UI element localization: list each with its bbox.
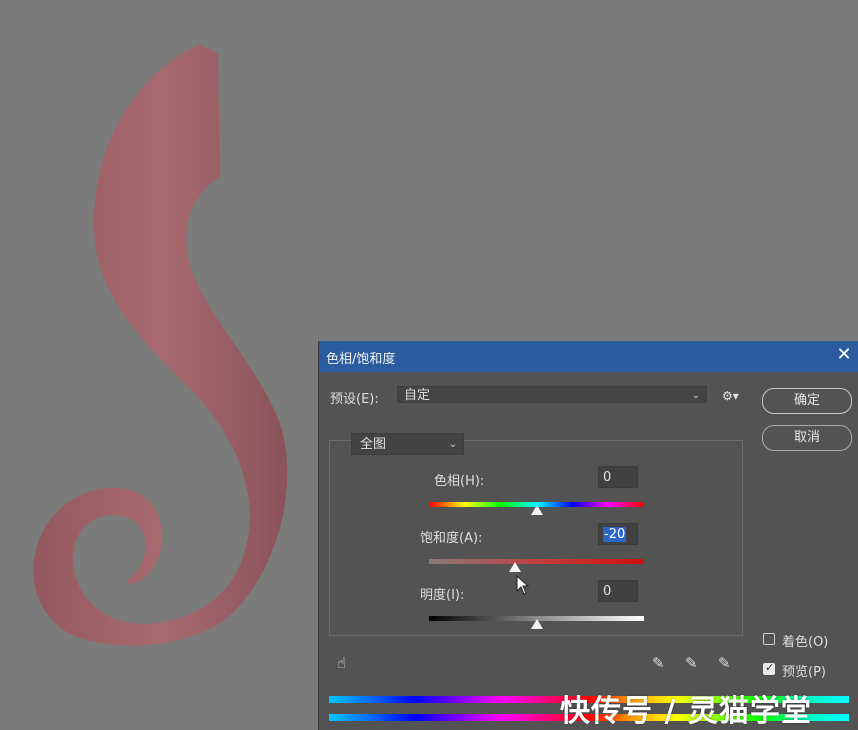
- preset-select[interactable]: 自定 ⌄: [397, 386, 707, 403]
- saturation-label: 饱和度(A):: [420, 531, 483, 546]
- ok-button[interactable]: 确定: [762, 388, 852, 414]
- lightness-input[interactable]: 0: [598, 580, 638, 602]
- hue-saturation-dialog: 色相/饱和度 ✕ 预设(E): 自定 ⌄ ⚙▾ 确定 取消 全图 ⌄ 色相(H)…: [318, 341, 858, 730]
- dialog-titlebar[interactable]: 色相/饱和度 ✕: [319, 341, 858, 372]
- mouse-cursor-icon: [516, 575, 530, 595]
- chevron-down-icon: ⌄: [448, 439, 457, 450]
- preview-label: 预览(P): [782, 665, 826, 680]
- lightness-slider-thumb[interactable]: [530, 619, 543, 629]
- adjustment-group: [329, 440, 743, 636]
- channel-select[interactable]: 全图 ⌄: [351, 433, 464, 455]
- cancel-button[interactable]: 取消: [762, 425, 852, 451]
- watermark-text: 快传号 / 灵猫学堂: [560, 694, 812, 729]
- saturation-slider-thumb[interactable]: [509, 562, 521, 572]
- preview-checkbox[interactable]: [763, 661, 775, 675]
- eyedropper-minus-icon[interactable]: ✎: [718, 654, 731, 672]
- dialog-title: 色相/饱和度: [326, 352, 396, 367]
- hue-input[interactable]: 0: [598, 466, 638, 488]
- chevron-down-icon: ⌄: [691, 390, 700, 401]
- saturation-slider-track[interactable]: [429, 559, 644, 564]
- hue-label: 色相(H):: [434, 474, 485, 489]
- close-icon[interactable]: ✕: [833, 344, 855, 366]
- colorize-label: 着色(O): [782, 635, 829, 650]
- lightness-label: 明度(I):: [420, 588, 465, 603]
- gear-icon[interactable]: ⚙▾: [722, 389, 742, 405]
- targeted-adjust-hand-icon[interactable]: ☝: [337, 654, 346, 672]
- saturation-input[interactable]: -20: [598, 523, 638, 545]
- channel-value: 全图: [360, 437, 387, 452]
- lightness-value: 0: [603, 584, 612, 599]
- preset-label: 预设(E):: [330, 392, 379, 407]
- eyedropper-icon[interactable]: ✎: [652, 654, 665, 672]
- tail-body: [33, 44, 288, 646]
- preset-value: 自定: [404, 388, 431, 403]
- eyedropper-plus-icon[interactable]: ✎: [685, 654, 698, 672]
- colorize-checkbox[interactable]: [763, 633, 775, 645]
- saturation-value: -20: [603, 527, 627, 542]
- hue-value: 0: [603, 470, 612, 485]
- hue-slider-thumb[interactable]: [530, 505, 543, 515]
